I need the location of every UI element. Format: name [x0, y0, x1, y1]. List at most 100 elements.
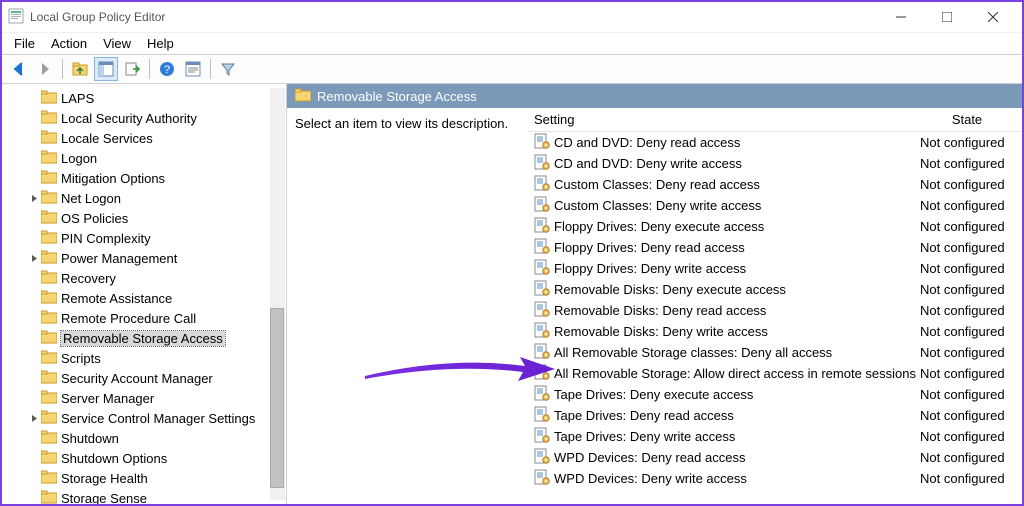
- setting-state-label: Not configured: [916, 345, 1022, 360]
- setting-row[interactable]: CD and DVD: Deny write accessNot configu…: [528, 153, 1022, 174]
- tree-scrollbar[interactable]: [270, 88, 285, 500]
- tree-node[interactable]: Shutdown Options: [6, 448, 286, 468]
- toolbar-separator: [149, 59, 150, 79]
- folder-icon: [41, 370, 57, 387]
- export-button[interactable]: [120, 57, 144, 81]
- setting-state-label: Not configured: [916, 366, 1022, 381]
- setting-state-label: Not configured: [916, 177, 1022, 192]
- up-button[interactable]: [68, 57, 92, 81]
- setting-row[interactable]: Floppy Drives: Deny read accessNot confi…: [528, 237, 1022, 258]
- tree-node[interactable]: PIN Complexity: [6, 228, 286, 248]
- setting-state-label: Not configured: [916, 219, 1022, 234]
- tree-node[interactable]: Storage Health: [6, 468, 286, 488]
- setting-row[interactable]: WPD Devices: Deny read accessNot configu…: [528, 447, 1022, 468]
- folder-icon: [41, 150, 57, 167]
- tree-node[interactable]: Removable Storage Access: [6, 328, 286, 348]
- settings-list[interactable]: CD and DVD: Deny read accessNot configur…: [528, 132, 1022, 504]
- title-bar: Local Group Policy Editor: [2, 2, 1022, 32]
- chevron-right-icon[interactable]: [28, 192, 40, 204]
- tree-node[interactable]: Shutdown: [6, 428, 286, 448]
- folder-icon: [41, 390, 57, 407]
- folder-icon: [41, 90, 57, 107]
- menu-file[interactable]: File: [6, 34, 43, 53]
- tree-node[interactable]: Scripts: [6, 348, 286, 368]
- setting-row[interactable]: Custom Classes: Deny read accessNot conf…: [528, 174, 1022, 195]
- column-header-state[interactable]: State: [916, 112, 1022, 127]
- toolbar: ?: [2, 54, 1022, 84]
- setting-row[interactable]: All Removable Storage classes: Deny all …: [528, 342, 1022, 363]
- tree-node[interactable]: Logon: [6, 148, 286, 168]
- chevron-right-icon[interactable]: [28, 252, 40, 264]
- policy-setting-icon: [534, 343, 550, 362]
- menu-bar: File Action View Help: [2, 32, 1022, 54]
- tree-node[interactable]: Net Logon: [6, 188, 286, 208]
- folder-icon: [41, 490, 57, 505]
- tree-node-label: Locale Services: [61, 131, 153, 146]
- policy-setting-icon: [534, 427, 550, 446]
- close-button[interactable]: [970, 2, 1016, 32]
- help-button[interactable]: ?: [155, 57, 179, 81]
- setting-row[interactable]: Removable Disks: Deny execute accessNot …: [528, 279, 1022, 300]
- filter-button[interactable]: [216, 57, 240, 81]
- setting-row[interactable]: All Removable Storage: Allow direct acce…: [528, 363, 1022, 384]
- tree-node-label: LAPS: [61, 91, 94, 106]
- setting-row[interactable]: Removable Disks: Deny read accessNot con…: [528, 300, 1022, 321]
- detail-header-title: Removable Storage Access: [317, 89, 477, 104]
- tree-node[interactable]: Server Manager: [6, 388, 286, 408]
- tree-node-label: PIN Complexity: [61, 231, 151, 246]
- minimize-button[interactable]: [878, 2, 924, 32]
- setting-row[interactable]: Floppy Drives: Deny execute access Not co…: [528, 216, 1022, 237]
- setting-name-label: Floppy Drives: Deny execute access: [554, 219, 764, 234]
- setting-row[interactable]: Tape Drives: Deny execute accessNot conf…: [528, 384, 1022, 405]
- tree-node[interactable]: Security Account Manager: [6, 368, 286, 388]
- properties-button[interactable]: [181, 57, 205, 81]
- detail-pane: Removable Storage Access Select an item …: [287, 84, 1022, 504]
- tree-node[interactable]: Local Security Authority: [6, 108, 286, 128]
- console-tree[interactable]: LAPS Local Security Authority Locale Servi…: [2, 84, 287, 504]
- tree-node[interactable]: Recovery: [6, 268, 286, 288]
- setting-row[interactable]: Floppy Drives: Deny write accessNot conf…: [528, 258, 1022, 279]
- description-pane: Select an item to view its description.: [287, 108, 528, 504]
- tree-node[interactable]: LAPS: [6, 88, 286, 108]
- menu-help[interactable]: Help: [139, 34, 182, 53]
- tree-node[interactable]: Mitigation Options: [6, 168, 286, 188]
- folder-icon: [41, 270, 57, 287]
- tree-node-label: Recovery: [61, 271, 116, 286]
- tree-node-label: Storage Sense: [61, 491, 147, 505]
- description-prompt: Select an item to view its description.: [295, 116, 508, 131]
- setting-name-label: Removable Disks: Deny read access: [554, 303, 766, 318]
- setting-row[interactable]: Tape Drives: Deny write accessNot config…: [528, 426, 1022, 447]
- setting-name-label: All Removable Storage classes: Deny all …: [554, 345, 832, 360]
- setting-state-label: Not configured: [916, 282, 1022, 297]
- tree-node-label: Shutdown: [61, 431, 119, 446]
- tree-node-label: Shutdown Options: [61, 451, 167, 466]
- tree-node[interactable]: Locale Services: [6, 128, 286, 148]
- setting-row[interactable]: WPD Devices: Deny write accessNot config…: [528, 468, 1022, 489]
- chevron-right-icon[interactable]: [28, 412, 40, 424]
- back-button[interactable]: [7, 57, 31, 81]
- tree-node[interactable]: OS Policies: [6, 208, 286, 228]
- tree-node[interactable]: Remote Assistance: [6, 288, 286, 308]
- menu-action[interactable]: Action: [43, 34, 95, 53]
- tree-scroll-thumb[interactable]: [270, 308, 284, 488]
- menu-view[interactable]: View: [95, 34, 139, 53]
- folder-icon: [295, 88, 311, 105]
- folder-icon: [41, 130, 57, 147]
- setting-row[interactable]: Tape Drives: Deny read accessNot configu…: [528, 405, 1022, 426]
- folder-icon: [41, 210, 57, 227]
- tree-node[interactable]: Remote Procedure Call: [6, 308, 286, 328]
- folder-icon: [41, 430, 57, 447]
- tree-node[interactable]: Power Management: [6, 248, 286, 268]
- forward-button[interactable]: [33, 57, 57, 81]
- maximize-button[interactable]: [924, 2, 970, 32]
- setting-row[interactable]: CD and DVD: Deny read accessNot configur…: [528, 132, 1022, 153]
- show-hide-console-tree-button[interactable]: [94, 57, 118, 81]
- tree-node-label: Service Control Manager Settings: [61, 411, 255, 426]
- setting-row[interactable]: Custom Classes: Deny write accessNot con…: [528, 195, 1022, 216]
- tree-node[interactable]: Service Control Manager Settings: [6, 408, 286, 428]
- column-headers: Setting State: [528, 108, 1022, 132]
- setting-state-label: Not configured: [916, 240, 1022, 255]
- setting-row[interactable]: Removable Disks: Deny write accessNot co…: [528, 321, 1022, 342]
- tree-node[interactable]: Storage Sense: [6, 488, 286, 504]
- column-header-setting[interactable]: Setting: [528, 112, 916, 127]
